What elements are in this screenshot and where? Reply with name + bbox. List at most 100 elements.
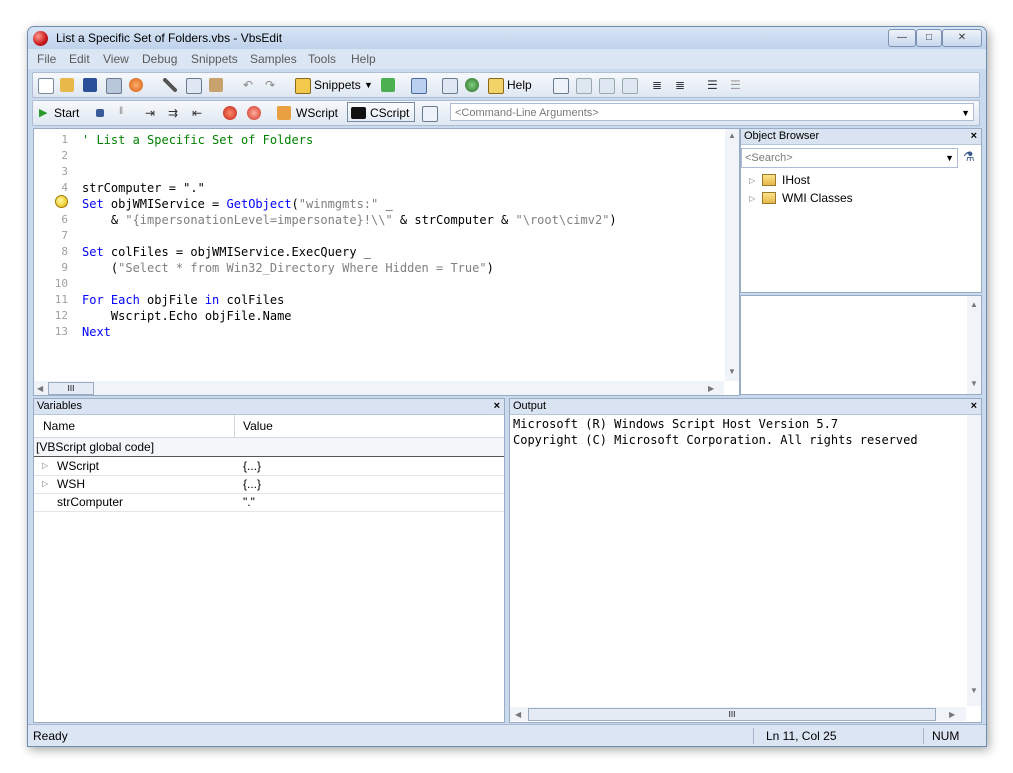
- scroll-up-icon[interactable]: ▲: [728, 131, 736, 140]
- close-icon[interactable]: ×: [494, 399, 500, 414]
- stop-icon[interactable]: [96, 109, 104, 117]
- object-search-input[interactable]: <Search> ▼: [741, 148, 958, 168]
- paste-icon[interactable]: [209, 78, 223, 92]
- code-area[interactable]: 1 ' List a Specific Set of Folders 2 3 4 strC…: [34, 129, 724, 379]
- scroll-left-icon[interactable]: ◀: [515, 710, 521, 719]
- code-line[interactable]: 8 Set colFiles = objWMIService.ExecQuery …: [34, 244, 724, 260]
- close-icon[interactable]: ×: [971, 399, 977, 414]
- scroll-left-icon[interactable]: ◀: [37, 384, 43, 393]
- start-icon[interactable]: ▶: [39, 106, 47, 119]
- code-editor[interactable]: 1 ' List a Specific Set of Folders 2 3 4 strC…: [33, 128, 740, 396]
- cut-icon[interactable]: [163, 78, 177, 92]
- arguments-icon[interactable]: [422, 106, 438, 122]
- snippets-button[interactable]: Snippets: [314, 78, 361, 92]
- menu-tools[interactable]: Tools: [308, 52, 336, 66]
- snippets-icon[interactable]: [295, 78, 311, 94]
- tree-item-ihost[interactable]: ▷ IHost: [749, 172, 969, 190]
- code-line[interactable]: 13 Next: [34, 324, 724, 340]
- scroll-down-icon[interactable]: ▼: [970, 379, 978, 388]
- close-icon[interactable]: ×: [971, 129, 977, 144]
- copy-icon[interactable]: [186, 78, 202, 94]
- new-file-icon[interactable]: [38, 78, 54, 94]
- scroll-down-icon[interactable]: ▼: [970, 686, 978, 695]
- undo-icon[interactable]: ↶: [243, 78, 253, 92]
- help-icon[interactable]: [488, 78, 504, 94]
- code-line[interactable]: 1 ' List a Specific Set of Folders: [34, 132, 724, 148]
- help-button[interactable]: Help: [507, 78, 532, 92]
- comment-icon[interactable]: [553, 78, 569, 94]
- cscript-button[interactable]: CScript: [370, 106, 409, 120]
- output-horizontal-scrollbar[interactable]: ◀ III ▶: [510, 707, 966, 721]
- expand-icon[interactable]: ▷: [749, 194, 755, 203]
- menu-view[interactable]: View: [103, 52, 129, 66]
- step-out-icon[interactable]: ⇤: [192, 106, 202, 120]
- breakpoint-icon[interactable]: [223, 106, 237, 120]
- wscript-button[interactable]: WScript: [296, 106, 338, 120]
- expand-icon[interactable]: ▷: [42, 475, 48, 493]
- code-line[interactable]: 3: [34, 164, 724, 180]
- chevron-down-icon[interactable]: ▼: [364, 80, 373, 90]
- step-over-icon[interactable]: ⇉: [168, 106, 178, 120]
- insert-icon[interactable]: [381, 78, 395, 92]
- save-all-icon[interactable]: [106, 78, 122, 94]
- code-line[interactable]: 4 strComputer = ".": [34, 180, 724, 196]
- chevron-down-icon[interactable]: ▼: [961, 104, 970, 122]
- save-icon[interactable]: [83, 78, 97, 92]
- expand-icon[interactable]: ▷: [749, 176, 755, 185]
- variable-row[interactable]: strComputer ".": [34, 493, 504, 512]
- web-icon[interactable]: [465, 78, 479, 92]
- scroll-down-icon[interactable]: ▼: [728, 367, 736, 376]
- start-button[interactable]: Start: [54, 106, 79, 120]
- tree-item-wmi-classes[interactable]: ▷ WMI Classes: [749, 190, 969, 208]
- chevron-down-icon[interactable]: ▼: [945, 149, 954, 167]
- next-bookmark-icon[interactable]: [599, 78, 615, 94]
- print-preview-icon[interactable]: [442, 78, 458, 94]
- column-header-value[interactable]: Value: [243, 419, 273, 433]
- horizontal-scroll-thumb[interactable]: III: [48, 382, 94, 395]
- code-line[interactable]: 2: [34, 148, 724, 164]
- unformat-icon[interactable]: ☰: [730, 78, 741, 92]
- scroll-right-icon[interactable]: ▶: [949, 710, 955, 719]
- open-folder-icon[interactable]: [60, 78, 74, 92]
- find-icon[interactable]: ⚗: [963, 149, 975, 165]
- variable-row[interactable]: ▷ WSH {...}: [34, 475, 504, 494]
- minimize-button[interactable]: —: [888, 29, 916, 47]
- code-line[interactable]: 12 Wscript.Echo objFile.Name: [34, 308, 724, 324]
- bookmark-icon[interactable]: [576, 78, 592, 94]
- indent-icon[interactable]: ≣: [675, 78, 685, 92]
- variable-row[interactable]: ▷ WScript {...}: [34, 457, 504, 476]
- clear-bookmarks-icon[interactable]: [622, 78, 638, 94]
- command-line-arguments-input[interactable]: <Command-Line Arguments> ▼: [450, 103, 974, 121]
- scroll-up-icon[interactable]: ▲: [970, 300, 978, 309]
- menu-edit[interactable]: Edit: [69, 52, 90, 66]
- expand-icon[interactable]: ▷: [42, 457, 48, 475]
- step-into-icon[interactable]: ⇥: [145, 106, 155, 120]
- record-icon[interactable]: [129, 78, 143, 92]
- clear-breakpoints-icon[interactable]: [247, 106, 261, 120]
- code-line[interactable]: 7: [34, 228, 724, 244]
- column-header-name[interactable]: Name: [43, 419, 75, 433]
- horizontal-scroll-thumb[interactable]: III: [528, 708, 936, 721]
- redo-icon[interactable]: ↷: [265, 78, 275, 92]
- toggle-view-icon[interactable]: [411, 78, 427, 94]
- title-bar[interactable]: List a Specific Set of Folders.vbs - Vbs…: [28, 27, 986, 49]
- menu-file[interactable]: File: [37, 52, 56, 66]
- editor-vertical-scrollbar[interactable]: ▲ ▼: [725, 129, 739, 381]
- format-icon[interactable]: ☰: [707, 78, 718, 92]
- pause-icon[interactable]: ‖: [119, 106, 123, 117]
- menu-debug[interactable]: Debug: [142, 52, 177, 66]
- menu-help[interactable]: Help: [351, 52, 376, 66]
- output-text[interactable]: Microsoft (R) Windows Script Host Versio…: [510, 416, 965, 696]
- menu-snippets[interactable]: Snippets: [191, 52, 238, 66]
- description-vertical-scrollbar[interactable]: ▲ ▼: [967, 296, 981, 394]
- code-line[interactable]: 9 ("Select * from Win32_Directory Where …: [34, 260, 724, 276]
- editor-horizontal-scrollbar[interactable]: ◀ III ▶: [34, 381, 724, 395]
- close-button[interactable]: ✕: [942, 29, 982, 47]
- menu-samples[interactable]: Samples: [250, 52, 297, 66]
- code-line[interactable]: 6 & "{impersonationLevel=impersonate}!\\…: [34, 212, 724, 228]
- code-line[interactable]: 5Set objWMIService = GetObject("winmgmts…: [34, 196, 724, 212]
- scroll-right-icon[interactable]: ▶: [708, 384, 714, 393]
- code-line[interactable]: 11 For Each objFile in colFiles: [34, 292, 724, 308]
- maximize-button[interactable]: □: [916, 29, 942, 47]
- wscript-icon[interactable]: [277, 106, 291, 120]
